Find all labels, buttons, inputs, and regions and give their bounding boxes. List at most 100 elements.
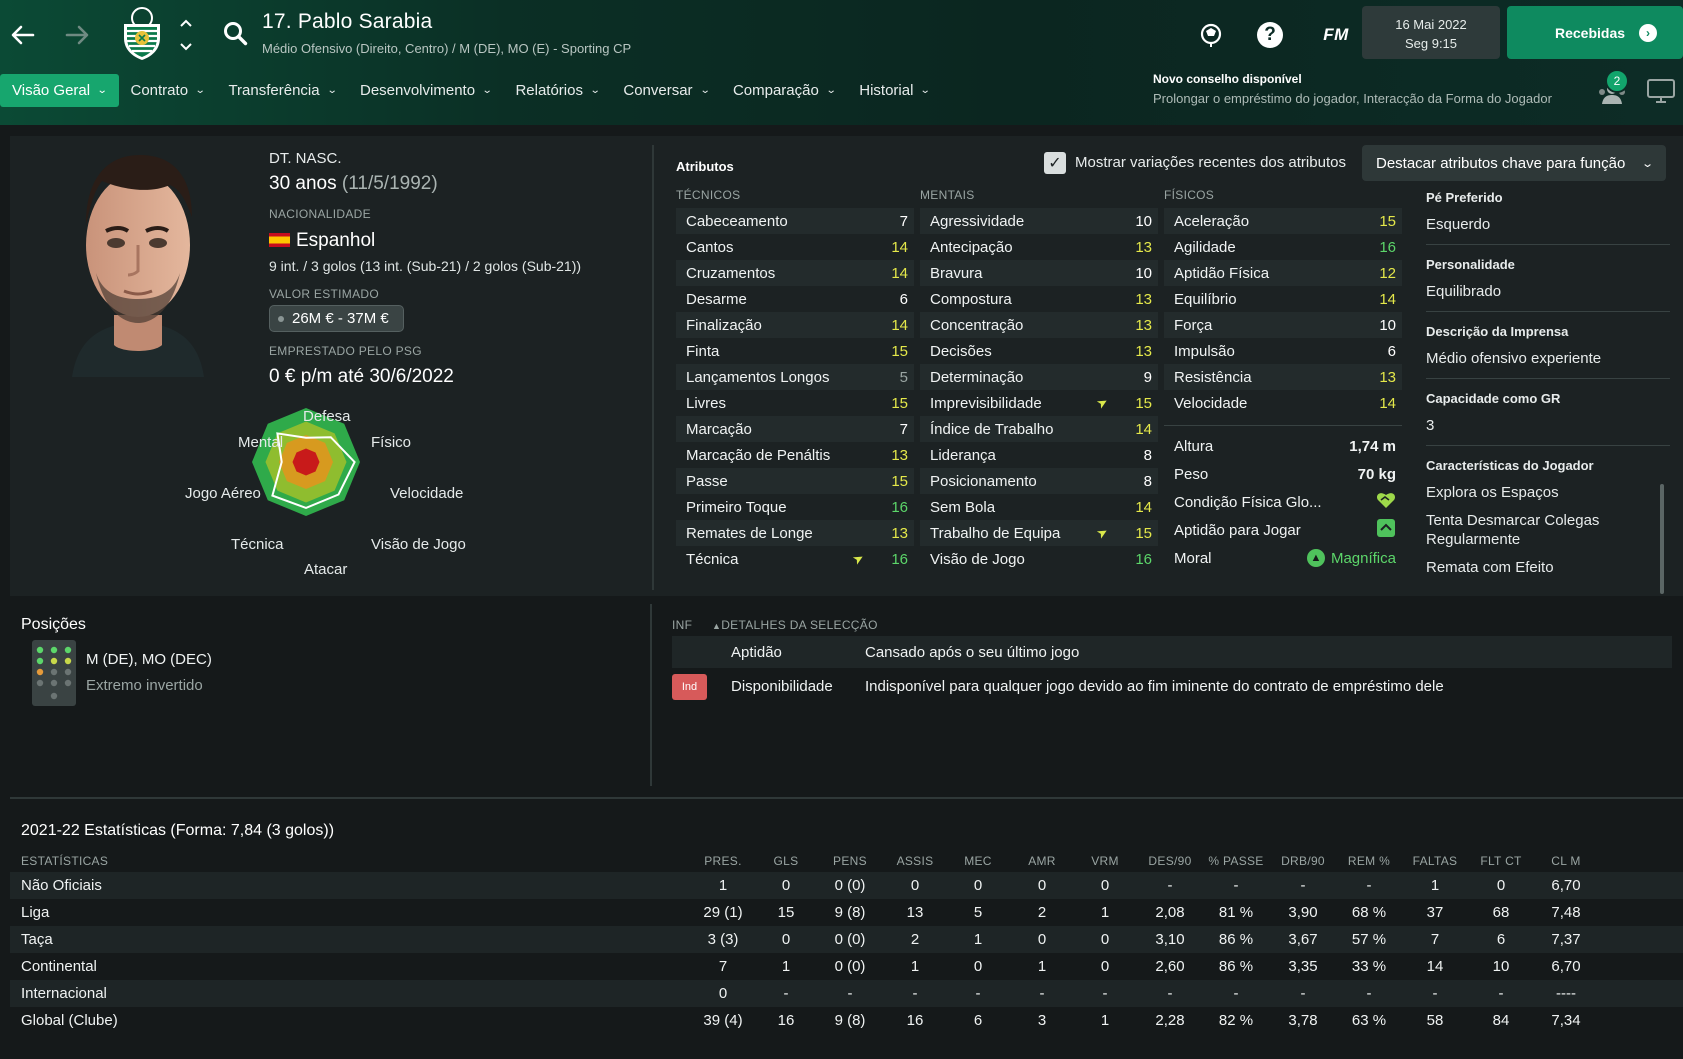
tab-0[interactable]: Visão Geral ⌄ (0, 74, 119, 107)
column-header[interactable]: % PASSE (1203, 854, 1269, 868)
column-header[interactable]: VRM (1072, 854, 1138, 868)
attribute-row[interactable]: Finta 15 (676, 338, 914, 364)
help-icon[interactable]: ? (1255, 20, 1285, 50)
attribute-row[interactable]: Agressividade 10 (920, 208, 1158, 234)
column-header[interactable]: AMR (1009, 854, 1075, 868)
attribute-name: Sem Bola (930, 498, 996, 516)
tab-6[interactable]: Comparação ⌄ (721, 74, 847, 107)
attribute-row[interactable]: Antecipação 13 (920, 234, 1158, 260)
nationality[interactable]: Espanhol (269, 230, 375, 252)
attribute-row[interactable]: Lançamentos Longos 5 (676, 364, 914, 390)
attribute-row[interactable]: Trabalho de Equipa ➤ 15 (920, 520, 1158, 546)
attribute-row[interactable]: Determinação 9 (920, 364, 1158, 390)
attribute-row[interactable]: Decisões 13 (920, 338, 1158, 364)
table-row[interactable]: Continental 7 1 0 (0) 1 0 1 0 2,60 86 % 3,35 33 % 14… (10, 953, 1683, 980)
attribute-row[interactable]: Posicionamento 8 (920, 468, 1158, 494)
attribute-row[interactable]: Imprevisibilidade ➤ 15 (920, 390, 1158, 416)
trait-item[interactable]: Explora os Espaços (1426, 483, 1670, 502)
back-arrow-icon[interactable] (6, 18, 40, 52)
attribute-row[interactable]: Técnica ➤ 16 (676, 546, 914, 572)
advice-text[interactable]: Prolongar o empréstimo do jogador, Inter… (1153, 91, 1552, 106)
attribute-row[interactable]: Cabeceamento 7 (676, 208, 914, 234)
selection-text: Indisponível para qualquer jogo devido a… (865, 677, 1444, 695)
tab-7[interactable]: Historial ⌄ (847, 74, 942, 107)
attribute-row[interactable]: Velocidade 14 (1164, 390, 1402, 416)
attribute-row[interactable]: Agilidade 16 (1164, 234, 1402, 260)
table-cell: 3,10 (1155, 931, 1185, 948)
tab-5[interactable]: Conversar ⌄ (611, 74, 721, 107)
morale-row[interactable]: Moral ▲ Magnífica (1164, 544, 1402, 572)
attribute-row[interactable]: Compostura 13 (920, 286, 1158, 312)
tab-4[interactable]: Relatórios ⌄ (503, 74, 611, 107)
attribute-row[interactable]: Marcação de Penáltis 13 (676, 442, 914, 468)
attribute-row[interactable]: Aceleração 15 (1164, 208, 1402, 234)
pitch-positions-icon[interactable] (32, 640, 76, 706)
table-row[interactable]: Taça 3 (3) 0 0 (0) 2 1 0 0 3,10 86 % 3,67 57 % 7 6 7,3… (10, 926, 1683, 953)
table-cell: 0 (1100, 931, 1110, 948)
club-crest-logo[interactable] (118, 6, 166, 62)
table-row[interactable]: Liga 29 (1) 15 9 (8) 13 5 2 1 2,08 81 % 3,90 68 % 37… (10, 899, 1683, 926)
column-header[interactable]: PENS (817, 854, 883, 868)
inbox-continue-button[interactable]: Recebidas › (1507, 6, 1683, 59)
table-row[interactable]: Internacional 0- - - - - - - - - - - - ---- (10, 980, 1683, 1007)
column-header[interactable]: FALTAS (1402, 854, 1468, 868)
attribute-row[interactable]: Força 10 (1164, 312, 1402, 338)
attribute-row[interactable]: Cantos 14 (676, 234, 914, 260)
attribute-row[interactable]: Finalização 14 (676, 312, 914, 338)
attribute-row[interactable]: Desarme 6 (676, 286, 914, 312)
selection-details-header[interactable]: ▲DETALHES DA SELECÇÃO (712, 618, 878, 632)
attribute-row[interactable]: Liderança 8 (920, 442, 1158, 468)
player-cycle-arrows[interactable] (178, 18, 194, 52)
tab-2[interactable]: Transferência ⌄ (216, 74, 348, 107)
table-cell: - (975, 985, 981, 1002)
highlight-role-dropdown[interactable]: Destacar atributos chave para função ⌄ (1362, 145, 1666, 181)
attribute-row[interactable]: Visão de Jogo 16 (920, 546, 1158, 572)
column-header[interactable]: GLS (753, 854, 819, 868)
estimated-value[interactable]: 26M € - 37M € (269, 305, 404, 332)
attribute-row[interactable]: Índice de Trabalho 14 (920, 416, 1158, 442)
table-cell: 6,70 (1551, 958, 1581, 975)
attribute-row[interactable]: Passe 15 (676, 468, 914, 494)
attribute-row[interactable]: Resistência 13 (1164, 364, 1402, 390)
attribute-row[interactable]: Cruzamentos 14 (676, 260, 914, 286)
trait-item[interactable]: Tenta Desmarcar Colegas Regularmente (1426, 511, 1670, 549)
column-header[interactable]: PRES. (690, 854, 756, 868)
tab-1[interactable]: Contrato ⌄ (119, 74, 217, 107)
match-fitness-row[interactable]: Aptidão para Jogar (1164, 516, 1402, 544)
column-header[interactable]: MEC (945, 854, 1011, 868)
attribute-row[interactable]: Sem Bola 14 (920, 494, 1158, 520)
monitor-icon[interactable] (1646, 78, 1676, 104)
traits-scrollbar[interactable] (1660, 484, 1664, 594)
search-icon[interactable] (222, 20, 250, 48)
attribute-row[interactable]: Remates de Longe 13 (676, 520, 914, 546)
column-header[interactable]: FLT CT (1468, 854, 1534, 868)
attribute-row[interactable]: Livres 15 (676, 390, 914, 416)
column-header[interactable]: ESTATÍSTICAS (21, 854, 108, 868)
scout-ball-icon[interactable] (1196, 20, 1226, 50)
game-date-button[interactable]: 16 Mai 2022 Seg 9:15 (1362, 6, 1500, 59)
column-header[interactable]: DES/90 (1137, 854, 1203, 868)
show-changes-label[interactable]: Mostrar variações recentes dos atributos (1075, 154, 1346, 171)
tab-3[interactable]: Desenvolvimento ⌄ (348, 74, 503, 107)
column-header[interactable]: DRB/90 (1270, 854, 1336, 868)
advice-title[interactable]: Novo conselho disponível (1153, 72, 1302, 86)
table-row[interactable]: Global (Clube) 39 (4) 16 9 (8) 16 6 3 1 2,28 82 %… (10, 1007, 1683, 1034)
show-changes-checkbox[interactable]: ✓ (1044, 152, 1066, 174)
attribute-row[interactable]: Primeiro Toque 16 (676, 494, 914, 520)
positions-role[interactable]: Extremo invertido (86, 677, 203, 694)
attribute-row[interactable]: Bravura 10 (920, 260, 1158, 286)
condition-row[interactable]: Condição Física Glo... (1164, 488, 1402, 516)
attribute-row[interactable]: Concentração 13 (920, 312, 1158, 338)
forward-arrow-icon[interactable] (60, 18, 94, 52)
table-cell: 3,67 (1288, 931, 1318, 948)
trait-item[interactable]: Remata com Efeito (1426, 558, 1670, 577)
table-row[interactable]: Não Oficiais 1 0 0 (0) 0 0 0 0 - - - - 1 0 6,70 (10, 872, 1683, 899)
column-header[interactable]: ASSIS (882, 854, 948, 868)
attribute-row[interactable]: Impulsão 6 (1164, 338, 1402, 364)
column-header[interactable]: REM % (1336, 854, 1402, 868)
fm-logo-button[interactable]: FM (1316, 20, 1356, 50)
attribute-row[interactable]: Equilíbrio 14 (1164, 286, 1402, 312)
attribute-row[interactable]: Marcação 7 (676, 416, 914, 442)
column-header[interactable]: CL M (1533, 854, 1599, 868)
attribute-row[interactable]: Aptidão Física 12 (1164, 260, 1402, 286)
